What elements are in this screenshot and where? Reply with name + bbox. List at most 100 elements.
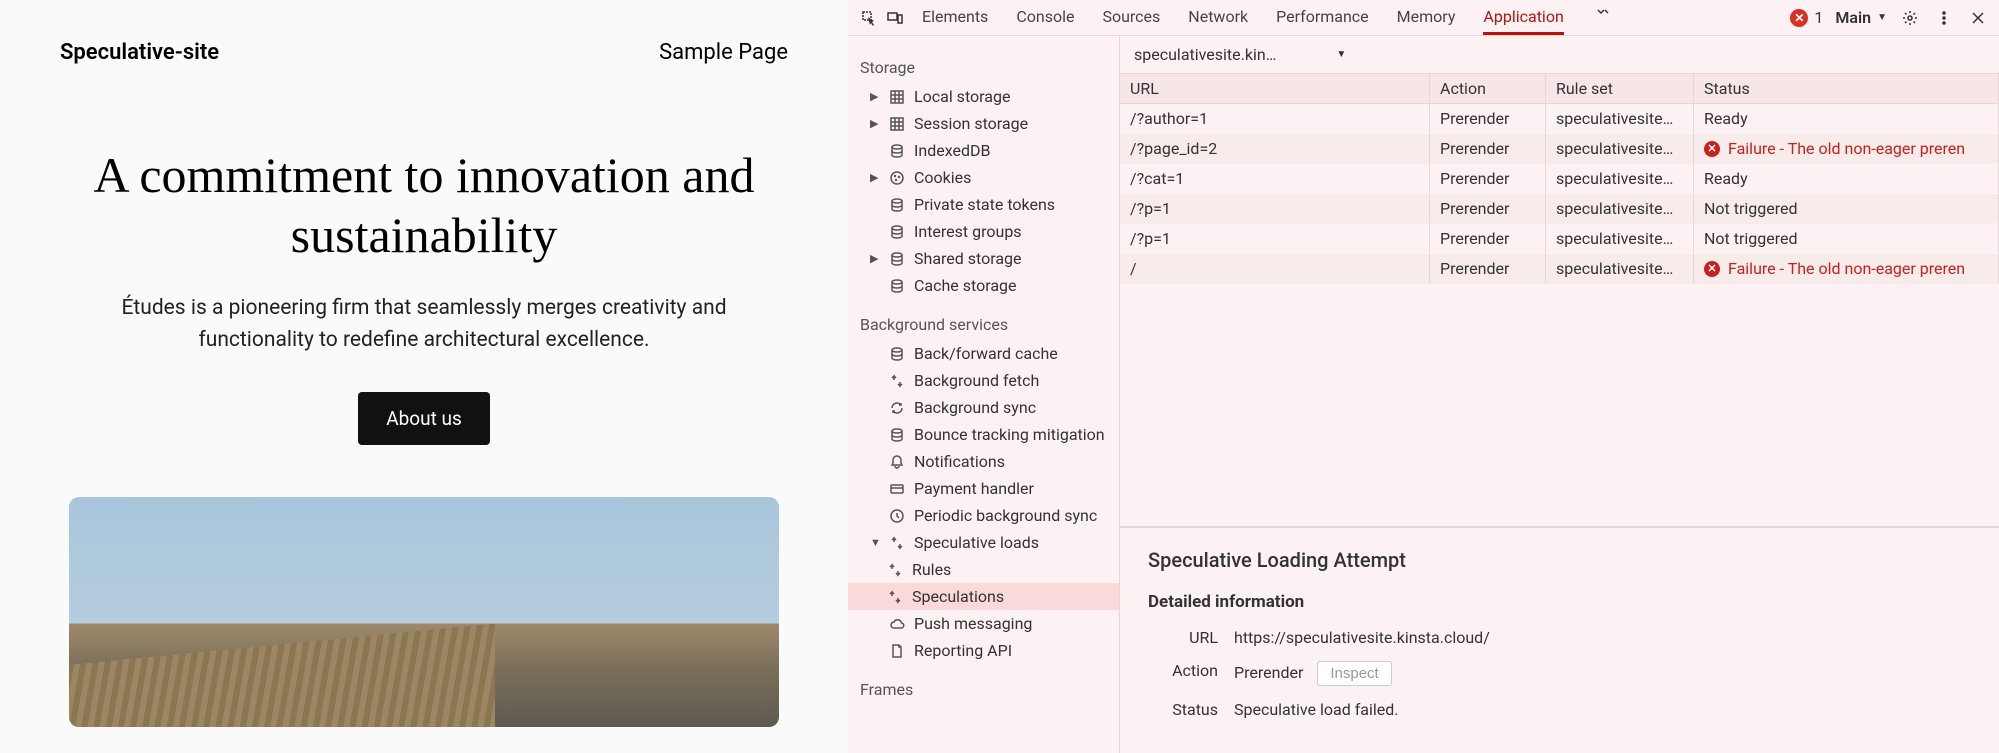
origin-selector[interactable]: speculativesite.kin… ▼ — [1134, 45, 1346, 64]
sidebar-item[interactable]: Rules — [848, 556, 1119, 583]
detail-url-label: URL — [1148, 628, 1218, 647]
chevron-down-icon: ▼ — [1877, 12, 1887, 23]
detail-status-label: Status — [1148, 700, 1218, 719]
storage-icon — [888, 196, 906, 214]
hero-heading: A commitment to innovation and sustainab… — [60, 145, 788, 265]
service-icon — [888, 615, 906, 633]
sidebar-item[interactable]: IndexedDB — [848, 137, 1119, 164]
detail-url-value: https://speculativesite.kinsta.cloud/ — [1234, 628, 1490, 647]
cell-status: Not triggered — [1694, 224, 1999, 253]
tab-sources[interactable]: Sources — [1102, 1, 1160, 35]
sidebar-item-label: Session storage — [914, 114, 1028, 133]
col-url[interactable]: URL — [1120, 74, 1430, 103]
sidebar-item-label: Cache storage — [914, 276, 1017, 295]
target-name: Main — [1835, 8, 1871, 27]
service-icon — [888, 399, 906, 417]
cell-url: /?p=1 — [1120, 194, 1430, 223]
site-title[interactable]: Speculative-site — [60, 40, 219, 65]
cell-status: Not triggered — [1694, 194, 1999, 223]
cell-ruleset: speculativesite… — [1546, 134, 1694, 163]
sidebar-item[interactable]: ▶Session storage — [848, 110, 1119, 137]
sidebar-item[interactable]: Cache storage — [848, 272, 1119, 299]
sidebar-item[interactable]: Notifications — [848, 448, 1119, 475]
service-icon — [888, 453, 906, 471]
tab-elements[interactable]: Elements — [922, 1, 988, 35]
sidebar-item[interactable]: Payment handler — [848, 475, 1119, 502]
cell-action: Prerender — [1430, 224, 1546, 253]
origin-value: speculativesite.kin… — [1134, 45, 1276, 64]
sidebar-item[interactable]: Background fetch — [848, 367, 1119, 394]
close-icon[interactable] — [1967, 7, 1989, 29]
table-row[interactable]: /?cat=1Prerenderspeculativesite…Ready — [1120, 164, 1999, 194]
expand-arrow-icon: ▼ — [870, 536, 880, 549]
sidebar-item[interactable]: ▶Shared storage — [848, 245, 1119, 272]
sidebar-item-label: Shared storage — [914, 249, 1022, 268]
more-tabs-icon[interactable] — [1592, 1, 1614, 23]
cell-action: Prerender — [1430, 134, 1546, 163]
col-status[interactable]: Status — [1694, 74, 1999, 103]
table-row[interactable]: /?p=1Prerenderspeculativesite…Not trigge… — [1120, 194, 1999, 224]
table-row[interactable]: /?author=1Prerenderspeculativesite…Ready — [1120, 104, 1999, 134]
speculations-table: URL Action Rule set Status /?author=1Pre… — [1120, 74, 1999, 284]
error-icon: ✕ — [1704, 141, 1720, 157]
sidebar-item-label: Speculative loads — [914, 533, 1039, 552]
nav-link-sample[interactable]: Sample Page — [659, 40, 788, 65]
detail-action-value: Prerender Inspect — [1234, 661, 1392, 686]
device-toolbar-icon[interactable] — [884, 7, 906, 29]
tab-network[interactable]: Network — [1188, 1, 1248, 35]
sidebar-item[interactable]: Interest groups — [848, 218, 1119, 245]
storage-icon — [888, 223, 906, 241]
col-ruleset[interactable]: Rule set — [1546, 74, 1694, 103]
sidebar-item[interactable]: ▶Local storage — [848, 83, 1119, 110]
error-count[interactable]: ✕ 1 — [1790, 8, 1823, 27]
cell-url: /?author=1 — [1120, 104, 1430, 133]
sidebar-item[interactable]: Periodic background sync — [848, 502, 1119, 529]
cell-ruleset: speculativesite… — [1546, 164, 1694, 193]
sidebar-item[interactable]: Back/forward cache — [848, 340, 1119, 367]
tab-application[interactable]: Application — [1483, 1, 1563, 35]
inspect-button[interactable]: Inspect — [1317, 661, 1391, 686]
application-sidebar: Storage ▶Local storage▶Session storageIn… — [848, 36, 1120, 753]
cell-ruleset: speculativesite… — [1546, 104, 1694, 133]
table-row[interactable]: /?page_id=2Prerenderspeculativesite…✕Fai… — [1120, 134, 1999, 164]
service-icon — [888, 426, 906, 444]
storage-icon — [888, 142, 906, 160]
gear-icon[interactable] — [1899, 7, 1921, 29]
sidebar-item[interactable]: Background sync — [848, 394, 1119, 421]
table-row[interactable]: /?p=1Prerenderspeculativesite…Not trigge… — [1120, 224, 1999, 254]
kebab-menu-icon[interactable] — [1933, 7, 1955, 29]
inspect-element-icon[interactable] — [858, 7, 880, 29]
status-text: Not triggered — [1704, 199, 1798, 218]
storage-icon — [888, 250, 906, 268]
sidebar-item[interactable]: Private state tokens — [848, 191, 1119, 218]
col-action[interactable]: Action — [1430, 74, 1546, 103]
table-row[interactable]: /Prerenderspeculativesite…✕Failure - The… — [1120, 254, 1999, 284]
sidebar-item[interactable]: Reporting API — [848, 637, 1119, 664]
tab-console[interactable]: Console — [1016, 1, 1074, 35]
status-text: Failure - The old non-eager preren — [1728, 259, 1965, 278]
detail-panel: Speculative Loading Attempt Detailed inf… — [1120, 527, 1999, 753]
sidebar-item-label: Private state tokens — [914, 195, 1055, 214]
sidebar-item-label: Payment handler — [914, 479, 1034, 498]
status-text: Not triggered — [1704, 229, 1798, 248]
cell-url: / — [1120, 254, 1430, 283]
tab-memory[interactable]: Memory — [1397, 1, 1456, 35]
sidebar-item[interactable]: ▼ Speculative loads — [848, 529, 1119, 556]
tab-performance[interactable]: Performance — [1276, 1, 1369, 35]
sidebar-item[interactable]: ▶Cookies — [848, 164, 1119, 191]
cell-action: Prerender — [1430, 254, 1546, 283]
target-selector[interactable]: Main ▼ — [1835, 8, 1887, 27]
sidebar-item-label: Reporting API — [914, 641, 1012, 660]
cell-status: Ready — [1694, 164, 1999, 193]
cell-url: /?p=1 — [1120, 224, 1430, 253]
cell-status: Ready — [1694, 104, 1999, 133]
sidebar-item[interactable]: Push messaging — [848, 610, 1119, 637]
service-icon — [888, 642, 906, 660]
sidebar-item[interactable]: Bounce tracking mitigation — [848, 421, 1119, 448]
section-storage: Storage — [848, 52, 1119, 83]
about-us-button[interactable]: About us — [358, 392, 490, 445]
error-icon: ✕ — [1790, 9, 1808, 27]
sidebar-item[interactable]: Speculations — [848, 583, 1119, 610]
status-text: Ready — [1704, 169, 1748, 188]
service-icon — [886, 561, 904, 579]
